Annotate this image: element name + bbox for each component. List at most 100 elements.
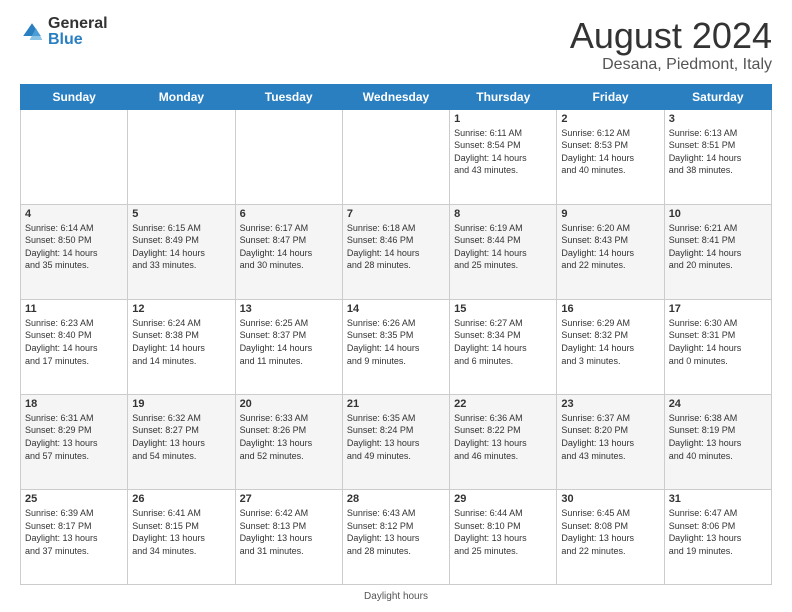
day-number: 6 bbox=[240, 208, 338, 220]
calendar-cell: 30Sunrise: 6:45 AM Sunset: 8:08 PM Dayli… bbox=[557, 489, 664, 584]
calendar-cell: 26 Sunrise: 6:41 AM Sunset: 8:15 PM Dayli… bbox=[128, 489, 235, 584]
calendar-cell: 22 Sunrise: 6:36 AM Sunset: 8:22 PM Dayli… bbox=[450, 394, 557, 489]
calendar-cell: 7Sunrise: 6:18 AM Sunset: 8:46 PM Daylig… bbox=[342, 204, 449, 299]
calendar-cell: 11Sunrise: 6:23 AM Sunset: 8:40 PM Dayli… bbox=[21, 299, 128, 394]
day-info: Sunrise: 6:30 AM Sunset: 8:31 PM Dayligh… bbox=[669, 317, 767, 367]
calendar-cell: 25Sunrise: 6:39 AM Sunset: 8:17 PM Dayli… bbox=[21, 489, 128, 584]
day-number: 21 bbox=[347, 398, 445, 410]
calendar-cell: 16 Sunrise: 6:29 AM Sunset: 8:32 PM Dayli… bbox=[557, 299, 664, 394]
weekday-header: Thursday bbox=[450, 84, 557, 109]
day-info: Sunrise: 6:36 AM Sunset: 8:22 PM Dayligh… bbox=[454, 412, 552, 462]
day-number: 10 bbox=[669, 208, 767, 220]
day-number: 28 bbox=[347, 493, 445, 505]
weekday-header: Saturday bbox=[664, 84, 771, 109]
calendar-cell bbox=[342, 109, 449, 204]
day-info: Sunrise: 6:47 AM Sunset: 8:06 PM Dayligh… bbox=[669, 507, 767, 557]
calendar-cell: 23 Sunrise: 6:37 AM Sunset: 8:20 PM Dayli… bbox=[557, 394, 664, 489]
calendar-cell: 9Sunrise: 6:20 AM Sunset: 8:43 PM Daylig… bbox=[557, 204, 664, 299]
header: General Blue August 2024 Desana, Piedmon… bbox=[20, 16, 772, 74]
day-number: 22 bbox=[454, 398, 552, 410]
day-number: 2 bbox=[561, 113, 659, 125]
day-info: Sunrise: 6:44 AM Sunset: 8:10 PM Dayligh… bbox=[454, 507, 552, 557]
month-title: August 2024 bbox=[570, 16, 772, 56]
calendar-cell: 6 Sunrise: 6:17 AM Sunset: 8:47 PM Daylig… bbox=[235, 204, 342, 299]
day-number: 18 bbox=[25, 398, 123, 410]
day-info: Sunrise: 6:21 AM Sunset: 8:41 PM Dayligh… bbox=[669, 222, 767, 272]
calendar-cell: 27 Sunrise: 6:42 AM Sunset: 8:13 PM Dayli… bbox=[235, 489, 342, 584]
week-row: 25Sunrise: 6:39 AM Sunset: 8:17 PM Dayli… bbox=[21, 489, 772, 584]
weekday-header: Sunday bbox=[21, 84, 128, 109]
calendar-cell: 17 Sunrise: 6:30 AM Sunset: 8:31 PM Dayli… bbox=[664, 299, 771, 394]
weekday-header: Wednesday bbox=[342, 84, 449, 109]
calendar-cell: 3 Sunrise: 6:13 AM Sunset: 8:51 PM Daylig… bbox=[664, 109, 771, 204]
week-row: 11Sunrise: 6:23 AM Sunset: 8:40 PM Dayli… bbox=[21, 299, 772, 394]
calendar-cell bbox=[128, 109, 235, 204]
weekday-header: Tuesday bbox=[235, 84, 342, 109]
day-info: Sunrise: 6:18 AM Sunset: 8:46 PM Dayligh… bbox=[347, 222, 445, 272]
calendar-cell bbox=[235, 109, 342, 204]
day-info: Sunrise: 6:24 AM Sunset: 8:38 PM Dayligh… bbox=[132, 317, 230, 367]
day-info: Sunrise: 6:41 AM Sunset: 8:15 PM Dayligh… bbox=[132, 507, 230, 557]
day-number: 19 bbox=[132, 398, 230, 410]
day-number: 5 bbox=[132, 208, 230, 220]
calendar-cell: 8 Sunrise: 6:19 AM Sunset: 8:44 PM Daylig… bbox=[450, 204, 557, 299]
day-info: Sunrise: 6:12 AM Sunset: 8:53 PM Dayligh… bbox=[561, 127, 659, 177]
day-number: 29 bbox=[454, 493, 552, 505]
week-row: 18 Sunrise: 6:31 AM Sunset: 8:29 PM Dayli… bbox=[21, 394, 772, 489]
day-number: 27 bbox=[240, 493, 338, 505]
day-number: 26 bbox=[132, 493, 230, 505]
day-number: 16 bbox=[561, 303, 659, 315]
day-info: Sunrise: 6:31 AM Sunset: 8:29 PM Dayligh… bbox=[25, 412, 123, 462]
calendar-cell: 15Sunrise: 6:27 AM Sunset: 8:34 PM Dayli… bbox=[450, 299, 557, 394]
day-number: 11 bbox=[25, 303, 123, 315]
day-number: 24 bbox=[669, 398, 767, 410]
calendar-cell: 24 Sunrise: 6:38 AM Sunset: 8:19 PM Dayli… bbox=[664, 394, 771, 489]
calendar-cell: 21 Sunrise: 6:35 AM Sunset: 8:24 PM Dayli… bbox=[342, 394, 449, 489]
calendar-cell: 20Sunrise: 6:33 AM Sunset: 8:26 PM Dayli… bbox=[235, 394, 342, 489]
calendar-cell: 12 Sunrise: 6:24 AM Sunset: 8:38 PM Dayli… bbox=[128, 299, 235, 394]
day-info: Sunrise: 6:25 AM Sunset: 8:37 PM Dayligh… bbox=[240, 317, 338, 367]
weekday-header: Monday bbox=[128, 84, 235, 109]
day-number: 15 bbox=[454, 303, 552, 315]
day-info: Sunrise: 6:42 AM Sunset: 8:13 PM Dayligh… bbox=[240, 507, 338, 557]
calendar-cell: 2 Sunrise: 6:12 AM Sunset: 8:53 PM Daylig… bbox=[557, 109, 664, 204]
day-number: 9 bbox=[561, 208, 659, 220]
day-number: 12 bbox=[132, 303, 230, 315]
day-number: 3 bbox=[669, 113, 767, 125]
logo-icon bbox=[20, 20, 44, 44]
calendar-table: SundayMondayTuesdayWednesdayThursdayFrid… bbox=[20, 84, 772, 585]
location-title: Desana, Piedmont, Italy bbox=[570, 56, 772, 74]
calendar-cell: 14Sunrise: 6:26 AM Sunset: 8:35 PM Dayli… bbox=[342, 299, 449, 394]
day-info: Sunrise: 6:32 AM Sunset: 8:27 PM Dayligh… bbox=[132, 412, 230, 462]
day-number: 20 bbox=[240, 398, 338, 410]
day-info: Sunrise: 6:37 AM Sunset: 8:20 PM Dayligh… bbox=[561, 412, 659, 462]
logo-blue: Blue bbox=[48, 32, 108, 48]
day-info: Sunrise: 6:13 AM Sunset: 8:51 PM Dayligh… bbox=[669, 127, 767, 177]
page: General Blue August 2024 Desana, Piedmon… bbox=[0, 0, 792, 612]
calendar-cell: 5 Sunrise: 6:15 AM Sunset: 8:49 PM Daylig… bbox=[128, 204, 235, 299]
day-number: 31 bbox=[669, 493, 767, 505]
calendar-cell: 4Sunrise: 6:14 AM Sunset: 8:50 PM Daylig… bbox=[21, 204, 128, 299]
calendar-cell: 19 Sunrise: 6:32 AM Sunset: 8:27 PM Dayli… bbox=[128, 394, 235, 489]
logo: General Blue bbox=[20, 16, 108, 48]
day-info: Sunrise: 6:35 AM Sunset: 8:24 PM Dayligh… bbox=[347, 412, 445, 462]
day-info: Sunrise: 6:29 AM Sunset: 8:32 PM Dayligh… bbox=[561, 317, 659, 367]
footer-note: Daylight hours bbox=[20, 591, 772, 602]
day-info: Sunrise: 6:17 AM Sunset: 8:47 PM Dayligh… bbox=[240, 222, 338, 272]
calendar-cell: 28 Sunrise: 6:43 AM Sunset: 8:12 PM Dayli… bbox=[342, 489, 449, 584]
day-info: Sunrise: 6:43 AM Sunset: 8:12 PM Dayligh… bbox=[347, 507, 445, 557]
calendar-cell: 18 Sunrise: 6:31 AM Sunset: 8:29 PM Dayli… bbox=[21, 394, 128, 489]
day-info: Sunrise: 6:19 AM Sunset: 8:44 PM Dayligh… bbox=[454, 222, 552, 272]
calendar-cell: 29 Sunrise: 6:44 AM Sunset: 8:10 PM Dayli… bbox=[450, 489, 557, 584]
title-block: August 2024 Desana, Piedmont, Italy bbox=[570, 16, 772, 74]
day-info: Sunrise: 6:14 AM Sunset: 8:50 PM Dayligh… bbox=[25, 222, 123, 272]
weekday-header: Friday bbox=[557, 84, 664, 109]
day-info: Sunrise: 6:15 AM Sunset: 8:49 PM Dayligh… bbox=[132, 222, 230, 272]
day-number: 13 bbox=[240, 303, 338, 315]
week-row: 4Sunrise: 6:14 AM Sunset: 8:50 PM Daylig… bbox=[21, 204, 772, 299]
day-number: 8 bbox=[454, 208, 552, 220]
day-info: Sunrise: 6:38 AM Sunset: 8:19 PM Dayligh… bbox=[669, 412, 767, 462]
day-number: 25 bbox=[25, 493, 123, 505]
day-number: 23 bbox=[561, 398, 659, 410]
day-number: 17 bbox=[669, 303, 767, 315]
